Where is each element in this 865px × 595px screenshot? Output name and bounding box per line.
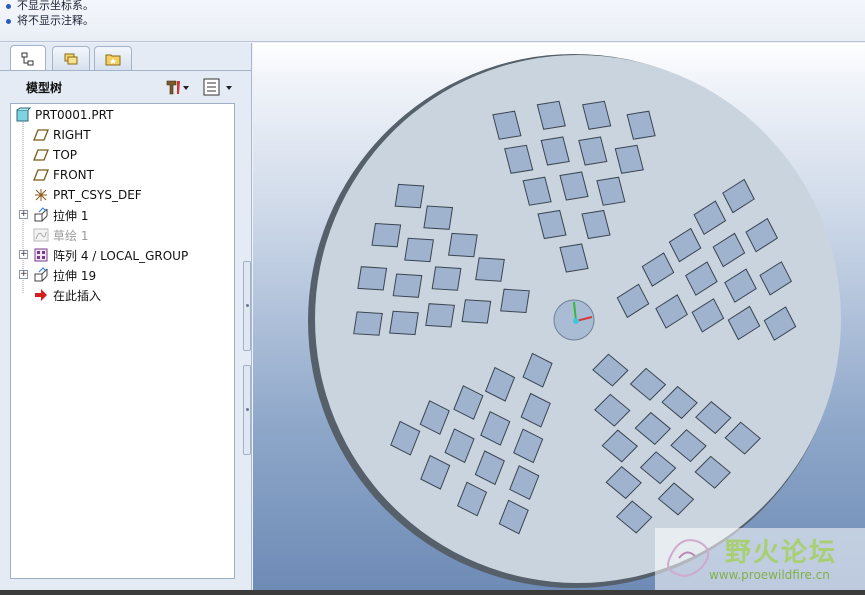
extrude-icon	[34, 207, 48, 222]
rhombic-hole	[500, 288, 530, 314]
rhombic-hole	[431, 266, 462, 291]
graphics-viewport[interactable]	[253, 43, 865, 591]
show-options[interactable]	[202, 78, 236, 96]
tree-item-label: PRT_CSYS_DEF	[53, 188, 142, 202]
favorites-folder-icon	[105, 54, 121, 65]
rhombic-hole	[392, 273, 423, 298]
tree-item-extrude-19[interactable]: 拉伸 19	[33, 265, 96, 285]
message-text: 不显示坐标系。	[17, 0, 94, 12]
panel-splitter[interactable]	[243, 261, 251, 461]
sketch-icon	[33, 228, 49, 242]
rhombic-hole	[353, 311, 383, 336]
tree-item-label: 拉伸 19	[53, 268, 97, 283]
watermark-url: www.proewildfire.cn	[709, 568, 830, 582]
bottom-border	[0, 590, 865, 595]
favorites-tab[interactable]	[94, 46, 132, 70]
bullet-icon	[6, 3, 11, 9]
tree-item-top[interactable]: TOP	[33, 145, 77, 165]
watermark-title: 野火论坛	[725, 538, 838, 568]
model-tree: PRT0001.PRT RIGHT TOP FRONT PRT_CSYS_DEF…	[10, 103, 235, 579]
watermark: 野火论坛 www.proewildfire.cn	[655, 528, 865, 590]
folder-browser-tab[interactable]	[52, 46, 90, 70]
csys-icon	[35, 189, 47, 201]
tree-item-label: 草绘 1	[53, 228, 89, 243]
message-line-2: 将不显示注释。	[6, 12, 94, 28]
tree-item-extrude-1[interactable]: 拉伸 1	[33, 205, 88, 225]
model-tree-tab[interactable]	[10, 45, 46, 71]
expand-toggle-extrude-19[interactable]: +	[19, 270, 28, 279]
insert-arrow-icon	[35, 289, 47, 301]
expand-toggle-pattern-4[interactable]: +	[19, 250, 28, 259]
model-tree-icon	[21, 52, 34, 65]
part-model-view[interactable]	[253, 43, 865, 591]
tree-item-prt-csys-def[interactable]: PRT_CSYS_DEF	[33, 185, 142, 205]
layers-icon	[64, 53, 78, 64]
rhombic-hole	[357, 266, 388, 291]
rhombic-hole	[425, 303, 455, 328]
datum-plane-icon	[33, 169, 49, 181]
navigator-panel: 模型树 PRT0001.PRT RIGHT TOP FRONT PRT_CSYS…	[0, 43, 252, 591]
rhombic-hole	[404, 237, 434, 263]
tab-strip-divider	[0, 70, 251, 71]
part-icon	[16, 107, 31, 122]
hammer-icon	[166, 80, 189, 95]
tree-item-sketch-1[interactable]: 草绘 1	[33, 225, 88, 245]
tree-item-label: RIGHT	[53, 128, 91, 142]
origin-icon	[573, 318, 579, 324]
settings-tools[interactable]	[164, 78, 190, 96]
tree-item-insert-here[interactable]: 在此插入	[33, 285, 101, 305]
tree-item-pattern-4[interactable]: 阵列 4 / LOCAL_GROUP	[33, 245, 188, 265]
list-icon	[203, 78, 232, 96]
bullet-icon	[6, 18, 11, 24]
rhombic-hole	[394, 183, 425, 209]
splitter-grip-upper[interactable]	[243, 261, 251, 351]
extrude-icon	[34, 267, 48, 282]
rhombic-hole	[371, 222, 402, 248]
tree-item-prt0001[interactable]: PRT0001.PRT	[15, 105, 113, 125]
rhombic-hole	[461, 299, 492, 324]
tree-item-label: PRT0001.PRT	[35, 108, 114, 122]
rhombic-hole	[475, 257, 505, 282]
datum-plane-icon	[33, 129, 49, 141]
model-tree-header: 模型树	[4, 73, 242, 101]
splitter-grip-lower[interactable]	[243, 365, 251, 455]
tree-item-label: 在此插入	[53, 288, 102, 303]
center-boss	[553, 299, 595, 341]
tree-item-label: TOP	[53, 148, 78, 162]
tree-item-label: 阵列 4 / LOCAL_GROUP	[53, 248, 189, 263]
message-area: 不显示坐标系。 将不显示注释。	[0, 0, 865, 42]
rhombic-hole	[389, 310, 419, 336]
rhombic-hole	[423, 205, 454, 230]
tree-item-label: 拉伸 1	[53, 208, 89, 223]
model-tree-title: 模型树	[26, 80, 63, 95]
message-text: 将不显示注释。	[17, 14, 94, 27]
tree-item-front[interactable]: FRONT	[33, 165, 94, 185]
tree-item-right[interactable]: RIGHT	[33, 125, 91, 145]
expand-toggle-extrude-1[interactable]: +	[19, 210, 28, 219]
pattern-icon	[34, 248, 48, 262]
rhombic-hole	[448, 232, 478, 258]
tree-item-label: FRONT	[53, 168, 94, 182]
datum-plane-icon	[33, 149, 49, 161]
